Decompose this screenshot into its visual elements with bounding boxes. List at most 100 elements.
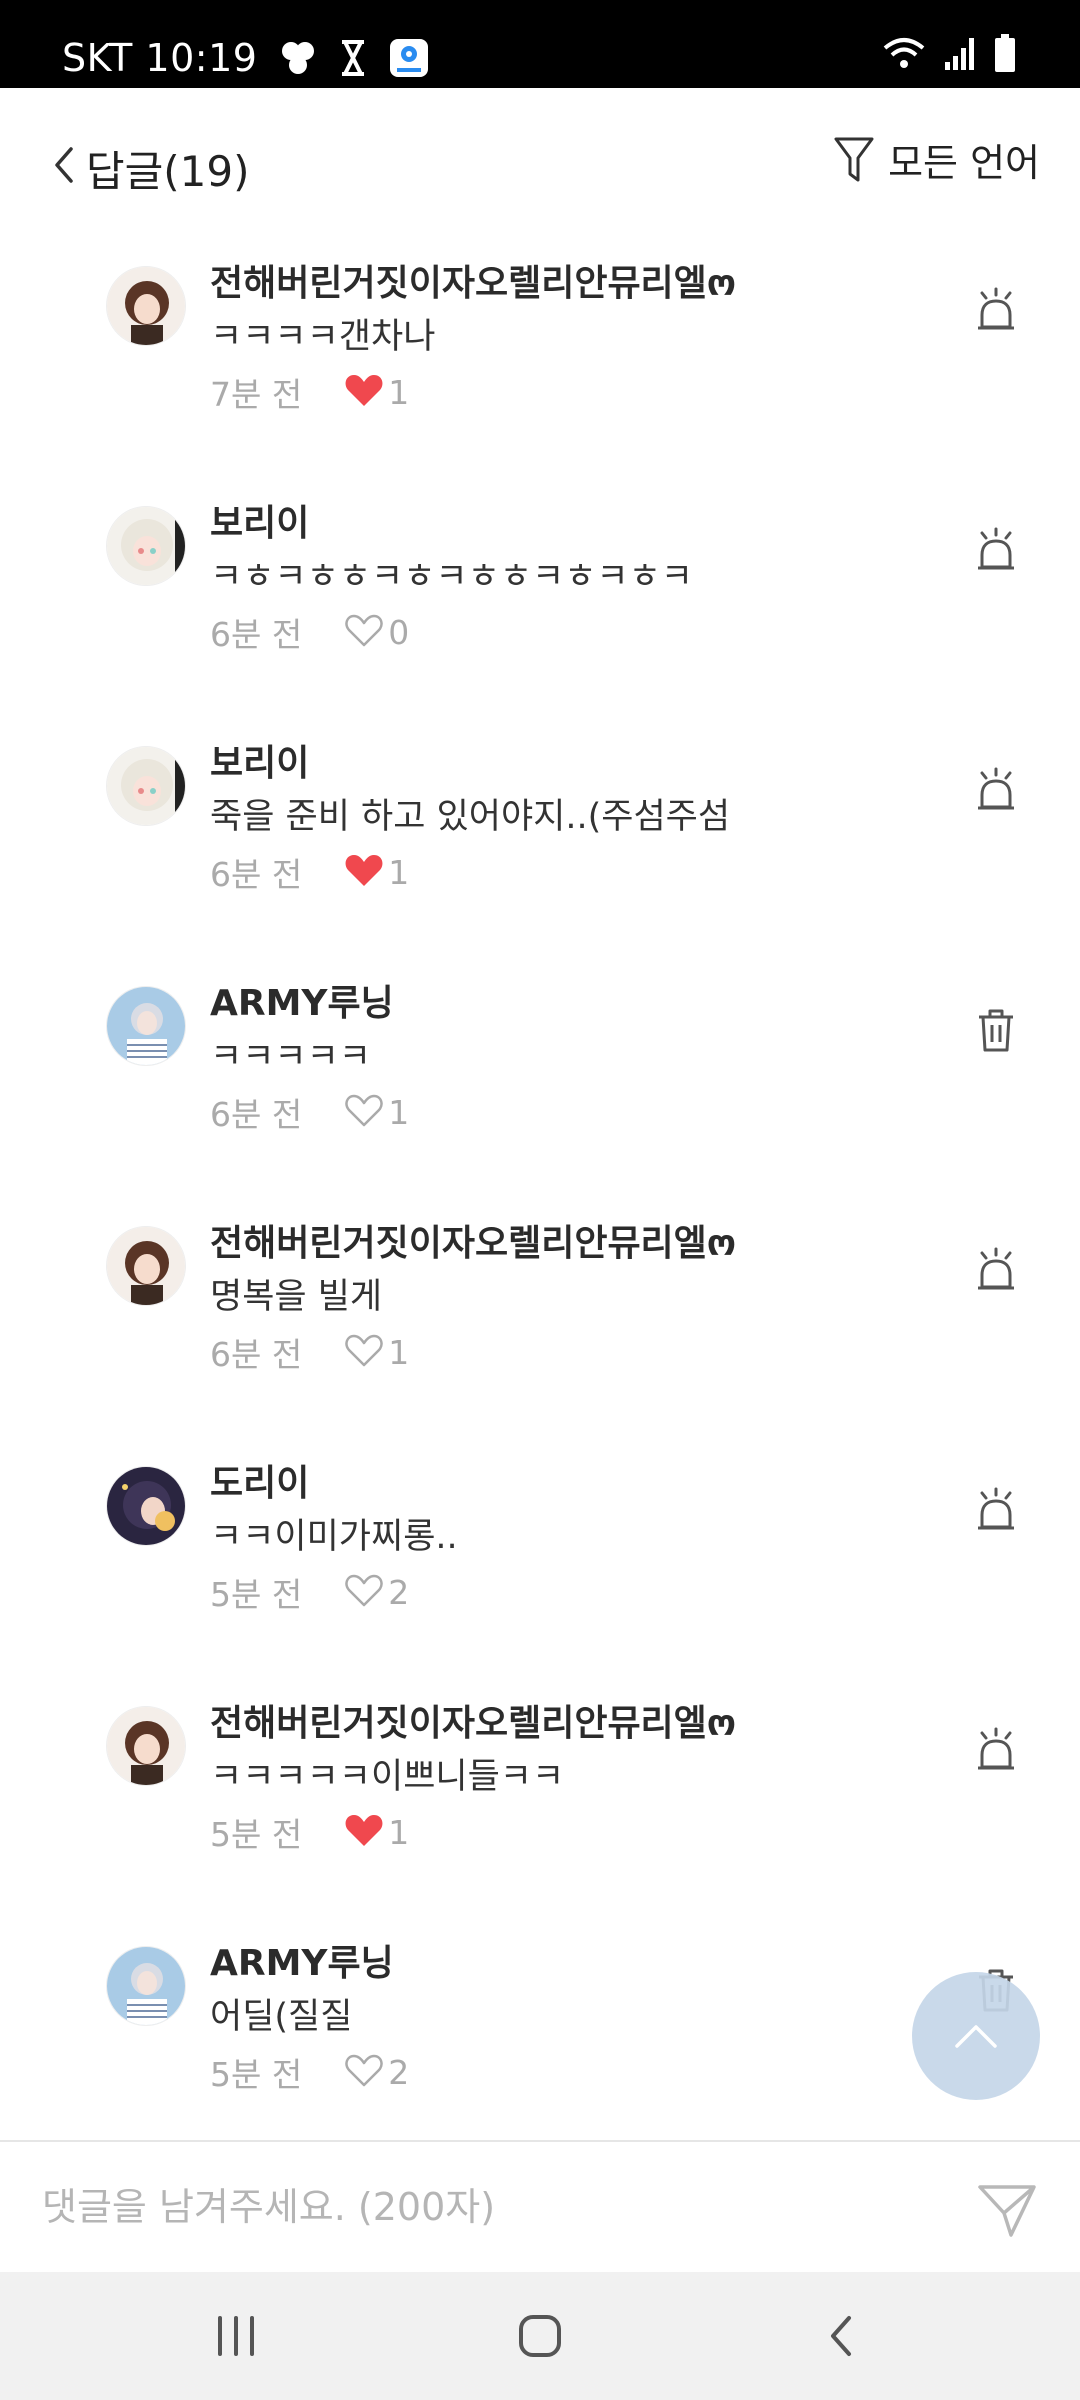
status-bar: SKT 10:19 bbox=[0, 0, 1080, 88]
heart-outline-icon bbox=[344, 612, 384, 652]
comment-item: 전해버린거짓이자오렐리안뮤리엘ო 명복을 빌게 6분 전 1 bbox=[0, 1208, 1080, 1448]
hourglass-icon bbox=[339, 40, 367, 76]
comment-time: 6분 전 bbox=[210, 615, 303, 654]
like-count: 1 bbox=[388, 372, 410, 412]
status-left: SKT 10:19 bbox=[62, 36, 429, 80]
chevron-left-icon bbox=[55, 147, 73, 183]
comment-author[interactable]: 보리이 bbox=[210, 734, 309, 786]
comment-author[interactable]: 전해버린거짓이자오렐리안뮤리엘ო bbox=[210, 1694, 736, 1746]
avatar[interactable] bbox=[106, 1466, 186, 1546]
comment-item: 보리이 죽을 준비 하고 있어야지..(주섬주섬 6분 전 1 bbox=[0, 728, 1080, 968]
heart-outline-icon bbox=[344, 1092, 384, 1132]
comment-time: 6분 전 bbox=[210, 1335, 303, 1374]
comment-input-bar bbox=[0, 2140, 1080, 2272]
clock-text: 10:19 bbox=[145, 36, 258, 80]
comment-meta: 5분 전 2 bbox=[210, 1568, 409, 1616]
battery-icon bbox=[994, 34, 1016, 76]
comment-item: 보리이 ㅋㅎㅋㅎㅎㅋㅎㅋㅎㅎㅋㅎㅋㅎㅋ 6분 전 0 bbox=[0, 488, 1080, 728]
header: 답글(19) 모든 언어 bbox=[0, 88, 1080, 236]
like-button[interactable]: 2 bbox=[344, 2052, 409, 2092]
comment-time: 5분 전 bbox=[210, 2055, 303, 2094]
scroll-to-top-button[interactable] bbox=[912, 1972, 1040, 2100]
siren-report-icon[interactable] bbox=[972, 286, 1020, 334]
siren-report-icon[interactable] bbox=[972, 1246, 1020, 1294]
siren-report-icon[interactable] bbox=[972, 766, 1020, 814]
send-button[interactable] bbox=[976, 2180, 1038, 2242]
comment-time: 5분 전 bbox=[210, 1575, 303, 1614]
avatar[interactable] bbox=[106, 746, 186, 826]
like-count: 1 bbox=[388, 852, 410, 892]
comment-author[interactable]: 전해버린거짓이자오렐리안뮤리엘ო bbox=[210, 1214, 736, 1266]
wifi-icon bbox=[882, 36, 926, 74]
page-title: 답글(19) bbox=[86, 147, 250, 196]
comment-text: 어딜(질질 bbox=[210, 1997, 353, 2037]
heart-outline-icon bbox=[344, 1572, 384, 1612]
comment-author[interactable]: ARMY루닝 bbox=[210, 1934, 394, 1986]
carrier-label: SKT 10:19 bbox=[62, 36, 257, 80]
back-button[interactable] bbox=[44, 140, 84, 190]
comment-author[interactable]: 도리이 bbox=[210, 1454, 309, 1506]
comment-item: ARMY루닝 ㅋㅋㅋㅋㅋ 6분 전 1 bbox=[0, 968, 1080, 1208]
comment-author[interactable]: ARMY루닝 bbox=[210, 974, 394, 1026]
like-button[interactable]: 2 bbox=[344, 1572, 409, 1612]
comment-meta: 6분 전 1 bbox=[210, 848, 409, 896]
comment-time: 7분 전 bbox=[210, 375, 303, 414]
like-button[interactable]: 1 bbox=[344, 1812, 409, 1852]
comment-input[interactable] bbox=[42, 2172, 942, 2242]
signal-icon bbox=[944, 36, 976, 74]
comment-text: ㅋㅎㅋㅎㅎㅋㅎㅋㅎㅎㅋㅎㅋㅎㅋ bbox=[210, 557, 694, 597]
avatar[interactable] bbox=[106, 266, 186, 346]
avatar[interactable] bbox=[106, 1946, 186, 2026]
like-button[interactable]: 1 bbox=[344, 1092, 409, 1132]
home-icon[interactable] bbox=[510, 2306, 570, 2366]
comment-text: 명복을 빌게 bbox=[210, 1277, 383, 1317]
comment-meta: 6분 전 1 bbox=[210, 1088, 409, 1136]
siren-report-icon[interactable] bbox=[972, 1726, 1020, 1774]
trash-icon[interactable] bbox=[972, 1006, 1020, 1054]
avatar[interactable] bbox=[106, 506, 186, 586]
comment-meta: 7분 전 1 bbox=[210, 368, 409, 416]
siren-report-icon[interactable] bbox=[972, 526, 1020, 574]
like-button[interactable]: 1 bbox=[344, 852, 409, 892]
comment-item: 전해버린거짓이자오렐리안뮤리엘ო ㅋㅋㅋㅋㅋ이쁘니들ㅋㅋ 5분 전 1 bbox=[0, 1688, 1080, 1928]
chevron-up-icon bbox=[955, 2025, 997, 2048]
avatar[interactable] bbox=[106, 1706, 186, 1786]
heart-outline-icon bbox=[344, 1332, 384, 1372]
comment-item: 전해버린거짓이자오렐리안뮤리엘ო ㅋㅋㅋㅋ갠차나 7분 전 1 bbox=[0, 248, 1080, 488]
like-count: 0 bbox=[388, 612, 410, 652]
send-icon bbox=[978, 2185, 1036, 2237]
like-count: 1 bbox=[388, 1812, 410, 1852]
back-icon[interactable] bbox=[810, 2306, 870, 2366]
like-count: 2 bbox=[388, 2052, 410, 2092]
comment-time: 5분 전 bbox=[210, 1815, 303, 1854]
comment-meta: 6분 전 0 bbox=[210, 608, 409, 656]
language-filter-button[interactable]: 모든 언어 bbox=[834, 132, 1040, 187]
like-button[interactable]: 1 bbox=[344, 1332, 409, 1372]
filter-icon bbox=[834, 137, 874, 181]
status-right bbox=[882, 34, 1016, 76]
comment-meta: 5분 전 1 bbox=[210, 1808, 409, 1856]
like-count: 2 bbox=[388, 1572, 410, 1612]
like-button[interactable]: 1 bbox=[344, 372, 409, 412]
pinwheel-icon bbox=[279, 39, 317, 77]
comment-item: 도리이 ㅋㅋ이미가찌롱.. 5분 전 2 bbox=[0, 1448, 1080, 1688]
carrier-text: SKT bbox=[62, 36, 133, 80]
heart-filled-icon bbox=[344, 852, 384, 892]
avatar[interactable] bbox=[106, 1226, 186, 1306]
heart-filled-icon bbox=[344, 372, 384, 412]
comment-time: 6분 전 bbox=[210, 855, 303, 894]
comment-time: 6분 전 bbox=[210, 1095, 303, 1134]
filter-label: 모든 언어 bbox=[888, 141, 1040, 185]
heart-outline-icon bbox=[344, 2052, 384, 2092]
siren-report-icon[interactable] bbox=[972, 1486, 1020, 1534]
like-button[interactable]: 0 bbox=[344, 612, 409, 652]
recent-apps-icon[interactable] bbox=[206, 2306, 266, 2366]
comment-meta: 5분 전 2 bbox=[210, 2048, 409, 2096]
comment-author[interactable]: 보리이 bbox=[210, 494, 309, 546]
avatar[interactable] bbox=[106, 986, 186, 1066]
comment-text: ㅋㅋㅋㅋ갠차나 bbox=[210, 317, 436, 357]
comment-author[interactable]: 전해버린거짓이자오렐리안뮤리엘ო bbox=[210, 254, 736, 306]
comment-meta: 6분 전 1 bbox=[210, 1328, 409, 1376]
comment-text: ㅋㅋㅋㅋㅋ bbox=[210, 1037, 372, 1077]
heart-filled-icon bbox=[344, 1812, 384, 1852]
